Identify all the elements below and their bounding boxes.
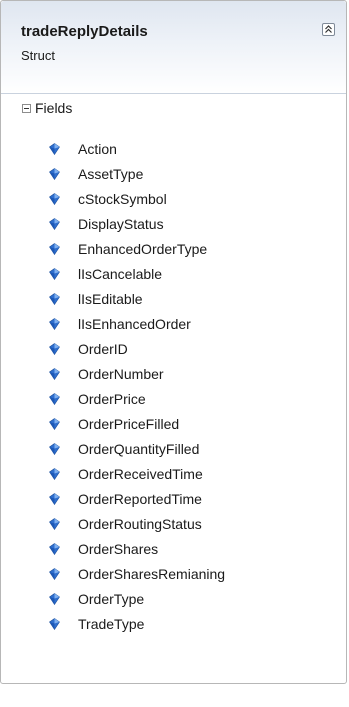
field-diamond-icon xyxy=(49,417,60,430)
field-diamond-icon xyxy=(49,567,60,580)
field-label: OrderReceivedTime xyxy=(78,465,203,482)
field-item[interactable]: DisplayStatus xyxy=(49,211,225,236)
field-label: OrderID xyxy=(78,340,128,357)
field-item[interactable]: EnhancedOrderType xyxy=(49,236,225,261)
field-label: lIsEnhancedOrder xyxy=(78,315,191,332)
field-diamond-icon xyxy=(49,517,60,530)
field-diamond-icon xyxy=(49,542,60,555)
field-label: Action xyxy=(78,140,117,157)
field-diamond-icon xyxy=(49,367,60,380)
field-diamond-icon xyxy=(49,442,60,455)
field-item[interactable]: OrderSharesRemianing xyxy=(49,561,225,586)
field-item[interactable]: OrderType xyxy=(49,586,225,611)
field-diamond-icon xyxy=(49,342,60,355)
field-diamond-icon xyxy=(49,492,60,505)
field-label: OrderPrice xyxy=(78,390,146,407)
field-list: Action AssetType cStockSymbol DisplayStatus… xyxy=(49,136,225,636)
field-diamond-icon xyxy=(49,617,60,630)
field-diamond-icon xyxy=(49,267,60,280)
field-label: TradeType xyxy=(78,615,145,632)
field-diamond-icon xyxy=(49,592,60,605)
field-item[interactable]: lIsCancelable xyxy=(49,261,225,286)
field-item[interactable]: OrderRoutingStatus xyxy=(49,511,225,536)
shape-title: tradeReplyDetails xyxy=(21,23,148,40)
field-label: DisplayStatus xyxy=(78,215,164,232)
class-diagram-shape[interactable]: tradeReplyDetails Struct Fields Action As… xyxy=(0,0,347,684)
field-label: OrderSharesRemianing xyxy=(78,565,226,582)
field-diamond-icon xyxy=(49,467,60,480)
field-item[interactable]: OrderReceivedTime xyxy=(49,461,225,486)
field-diamond-icon xyxy=(49,242,60,255)
field-label: lIsEditable xyxy=(78,290,143,307)
field-diamond-icon xyxy=(49,217,60,230)
field-item[interactable]: OrderNumber xyxy=(49,361,225,386)
field-item[interactable]: AssetType xyxy=(49,161,225,186)
field-item[interactable]: lIsEnhancedOrder xyxy=(49,311,225,336)
field-item[interactable]: OrderID xyxy=(49,336,225,361)
field-item[interactable]: Action xyxy=(49,136,225,161)
field-label: AssetType xyxy=(78,165,144,182)
field-diamond-icon xyxy=(49,317,60,330)
field-item[interactable]: OrderPriceFilled xyxy=(49,411,225,436)
field-item[interactable]: lIsEditable xyxy=(49,286,225,311)
field-item[interactable]: OrderReportedTime xyxy=(49,486,225,511)
field-item[interactable]: OrderPrice xyxy=(49,386,225,411)
shape-kind: Struct xyxy=(21,48,55,63)
field-item[interactable]: OrderQuantityFilled xyxy=(49,436,225,461)
field-label: OrderRoutingStatus xyxy=(78,515,202,532)
field-item[interactable]: TradeType xyxy=(49,611,225,636)
field-label: lIsCancelable xyxy=(78,265,163,282)
field-diamond-icon xyxy=(49,167,60,180)
field-label: cStockSymbol xyxy=(78,190,167,207)
field-label: OrderReportedTime xyxy=(78,490,202,507)
field-label: OrderPriceFilled xyxy=(78,415,180,432)
field-diamond-icon xyxy=(49,142,60,155)
field-label: OrderShares xyxy=(78,540,159,557)
fields-section-header[interactable]: Fields xyxy=(22,99,72,117)
field-diamond-icon xyxy=(49,192,60,205)
field-item[interactable]: cStockSymbol xyxy=(49,186,225,211)
field-label: OrderQuantityFilled xyxy=(78,440,200,457)
field-diamond-icon xyxy=(49,392,60,405)
field-label: OrderType xyxy=(78,590,145,607)
field-diamond-icon xyxy=(49,292,60,305)
fields-section-label: Fields xyxy=(35,100,73,116)
field-label: EnhancedOrderType xyxy=(78,240,208,257)
minus-box-icon[interactable] xyxy=(22,103,31,113)
double-chevron-up-icon[interactable] xyxy=(322,23,335,36)
field-item[interactable]: OrderShares xyxy=(49,536,225,561)
field-label: OrderNumber xyxy=(78,365,164,382)
shape-header[interactable]: tradeReplyDetails Struct xyxy=(1,1,346,94)
